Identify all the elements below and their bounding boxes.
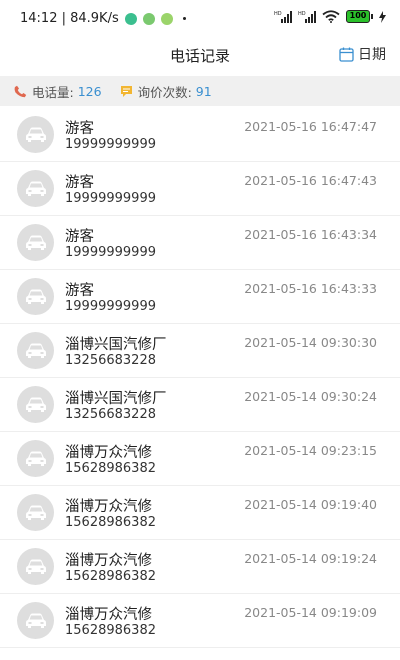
call-time: 2021-05-16 16:47:43 [244, 173, 377, 188]
call-time: 2021-05-16 16:47:47 [244, 119, 377, 134]
app-notification-icon [142, 12, 155, 25]
list-item[interactable]: 淄博兴国汽修厂 13256683228 2021-05-14 09:30:30 [0, 324, 400, 378]
caller-phone: 19999999999 [65, 137, 156, 152]
date-filter-label: 日期 [358, 47, 386, 63]
car-icon [25, 127, 46, 142]
svg-text:HD: HD [298, 11, 306, 17]
avatar [17, 116, 54, 153]
app-header: 电话记录 日期 [0, 36, 400, 74]
caller-phone: 15628986382 [65, 515, 156, 530]
call-time: 2021-05-14 09:19:24 [244, 551, 377, 566]
avatar [17, 440, 54, 477]
car-icon [25, 451, 46, 466]
caller-name: 游客 [65, 175, 94, 191]
list-item[interactable]: 淄博兴国汽修厂 13256683228 2021-05-14 09:30:24 [0, 378, 400, 432]
charging-icon [379, 10, 386, 23]
caller-phone: 15628986382 [65, 461, 156, 476]
app-notification-icon [160, 12, 173, 25]
list-item[interactable]: 游客 19999999999 2021-05-16 16:43:34 [0, 216, 400, 270]
wifi-icon [322, 10, 340, 23]
more-notifications-icon [182, 17, 186, 20]
caller-phone: 15628986382 [65, 569, 156, 584]
caller-name: 淄博兴国汽修厂 [65, 337, 167, 353]
status-time-speed: 14:12 | 84.9K/s [20, 11, 119, 26]
caller-phone: 13256683228 [65, 353, 156, 368]
calendar-icon [339, 47, 354, 62]
call-time: 2021-05-14 09:23:15 [244, 443, 377, 458]
car-icon [25, 235, 46, 250]
caller-phone: 13256683228 [65, 407, 156, 422]
caller-phone: 19999999999 [65, 299, 156, 314]
signal-icon: HD [298, 11, 316, 23]
caller-name: 游客 [65, 121, 94, 137]
car-icon [25, 343, 46, 358]
avatar [17, 332, 54, 369]
list-item[interactable]: 游客 19999999999 2021-05-16 16:43:33 [0, 270, 400, 324]
car-icon [25, 181, 46, 196]
avatar [17, 602, 54, 639]
stats-bar: 电话量: 126 询价次数: 91 [0, 76, 400, 106]
caller-name: 淄博万众汽修 [65, 553, 152, 569]
caller-name: 游客 [65, 283, 94, 299]
caller-name: 淄博万众汽修 [65, 607, 152, 623]
car-icon [25, 505, 46, 520]
caller-name: 淄博万众汽修 [65, 499, 152, 515]
list-item[interactable]: 游客 19999999999 2021-05-16 16:47:47 [0, 108, 400, 162]
caller-phone: 15628986382 [65, 623, 156, 638]
car-icon [25, 397, 46, 412]
avatar [17, 224, 54, 261]
list-item[interactable]: 游客 19999999999 2021-05-16 16:47:43 [0, 162, 400, 216]
list-item[interactable]: 淄博万众汽修 15628986382 2021-05-14 09:23:15 [0, 432, 400, 486]
inquiry-count-value: 91 [195, 83, 212, 99]
signal-icon: HD [274, 11, 292, 23]
list-item[interactable]: 淄博万众汽修 15628986382 2021-05-14 09:19:09 [0, 594, 400, 648]
avatar [17, 548, 54, 585]
call-record-list: 游客 19999999999 2021-05-16 16:47:47 游客 19… [0, 108, 400, 648]
status-left: 14:12 | 84.9K/s [20, 11, 186, 26]
phone-icon [14, 85, 27, 97]
call-time: 2021-05-14 09:30:30 [244, 335, 377, 350]
caller-phone: 19999999999 [65, 191, 156, 206]
caller-name: 淄博兴国汽修厂 [65, 391, 167, 407]
car-icon [25, 289, 46, 304]
caller-name: 游客 [65, 229, 94, 245]
avatar [17, 170, 54, 207]
call-time: 2021-05-14 09:19:09 [244, 605, 377, 620]
call-time: 2021-05-14 09:19:40 [244, 497, 377, 512]
caller-name: 淄博万众汽修 [65, 445, 152, 461]
svg-text:HD: HD [274, 11, 282, 17]
inquiry-count-label: 询价次数: [137, 84, 192, 100]
battery-level: 100 [346, 10, 370, 23]
caller-phone: 19999999999 [65, 245, 156, 260]
call-count-label: 电话量: [32, 84, 74, 100]
call-count-value: 126 [77, 83, 102, 99]
battery-indicator: 100 [346, 10, 373, 23]
call-time: 2021-05-16 16:43:33 [244, 281, 377, 296]
battery-cap [371, 14, 373, 19]
date-filter-button[interactable]: 日期 [339, 44, 386, 64]
avatar [17, 386, 54, 423]
call-time: 2021-05-14 09:30:24 [244, 389, 377, 404]
avatar [17, 494, 54, 531]
status-bar: 14:12 | 84.9K/s HD HD 100 [0, 0, 400, 36]
car-icon [25, 559, 46, 574]
inquiry-count-stat: 询价次数: 91 [120, 82, 212, 101]
status-right: HD HD 100 [274, 10, 386, 23]
list-item[interactable]: 淄博万众汽修 15628986382 2021-05-14 09:19:24 [0, 540, 400, 594]
call-count-stat: 电话量: 126 [14, 82, 102, 101]
message-icon [120, 85, 132, 97]
car-icon [25, 613, 46, 628]
app-notification-icon [124, 12, 137, 25]
call-time: 2021-05-16 16:43:34 [244, 227, 377, 242]
avatar [17, 278, 54, 315]
list-item[interactable]: 淄博万众汽修 15628986382 2021-05-14 09:19:40 [0, 486, 400, 540]
